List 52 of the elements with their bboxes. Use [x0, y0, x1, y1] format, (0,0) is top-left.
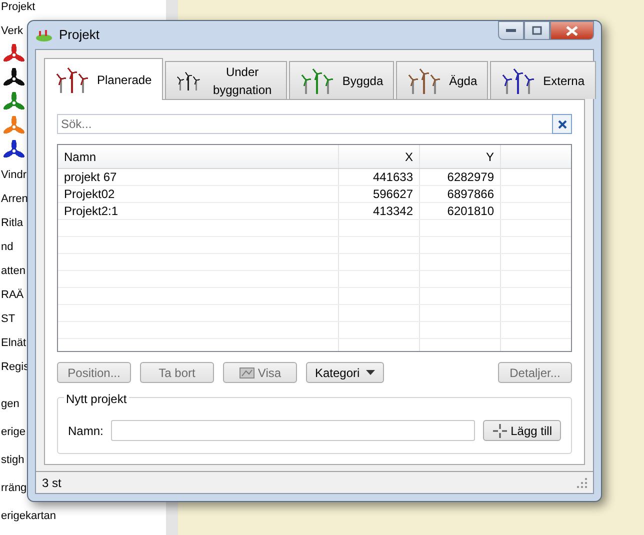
- column-header[interactable]: X: [339, 145, 420, 168]
- table-cell: Projekt02: [58, 186, 339, 202]
- clear-button[interactable]: [552, 114, 572, 134]
- sidebar-item[interactable]: gen: [1, 396, 20, 412]
- tab[interactable]: Externa: [490, 61, 596, 99]
- table-cell: 6201810: [420, 203, 501, 219]
- minimize-button[interactable]: [498, 21, 524, 40]
- search-field[interactable]: Sök...: [57, 114, 552, 134]
- sidebar-item[interactable]: Arren: [1, 190, 28, 208]
- add-button[interactable]: Lägg till: [482, 420, 561, 441]
- sidebar-item[interactable]: rräng: [1, 480, 27, 496]
- status-text: 3 st: [42, 474, 62, 492]
- close-button[interactable]: [550, 21, 594, 40]
- window-title: Projekt: [59, 26, 100, 44]
- sidebar-item[interactable]: RAÄ: [1, 286, 24, 304]
- tab[interactable]: Byggda: [289, 61, 394, 99]
- table-cell: 6282979: [420, 169, 501, 185]
- table-cell: 596627: [339, 186, 420, 202]
- tab[interactable]: Ägda: [396, 61, 488, 99]
- maximize-icon: [532, 26, 542, 35]
- minimize-icon: [506, 29, 516, 32]
- category-dropdown[interactable]: Kategori: [306, 362, 384, 383]
- table-cell: 413342: [339, 203, 420, 219]
- resize-grip-icon: [577, 478, 587, 488]
- sidebar-item[interactable]: atten: [1, 262, 26, 280]
- sidebar-item[interactable]: Vindr: [1, 166, 26, 184]
- maximize-button[interactable]: [524, 21, 550, 40]
- close-icon: [566, 26, 578, 36]
- clear-icon: [558, 120, 566, 130]
- tab[interactable]: Under byggnation: [164, 61, 288, 99]
- sidebar-item[interactable]: Ritla: [1, 214, 24, 232]
- sidebar-item[interactable]: Elnät: [1, 334, 26, 352]
- column-header[interactable]: Y: [420, 145, 501, 168]
- table-cell: projekt 67: [58, 169, 339, 185]
- sidebar-item[interactable]: Projekt: [1, 0, 36, 16]
- name-input[interactable]: [111, 420, 475, 441]
- tab[interactable]: Planerade: [44, 58, 163, 100]
- table-cell: 441633: [339, 169, 420, 185]
- caret-icon: [366, 370, 375, 375]
- table-cell: Projekt2:1: [58, 203, 339, 219]
- crosshair-icon: [492, 422, 508, 438]
- sidebar-item[interactable]: stigh: [1, 452, 24, 468]
- sidebar-item[interactable]: nd: [1, 238, 14, 256]
- sidebar-item[interactable]: ST: [1, 310, 16, 328]
- picture-icon: [238, 366, 255, 379]
- table-cell: 6897866: [420, 186, 501, 202]
- name-label: Namn:: [68, 422, 104, 440]
- sidebar-item[interactable]: erigekartan: [1, 508, 56, 524]
- column-header[interactable]: Namn: [58, 145, 339, 168]
- sidebar-item[interactable]: Verk: [1, 22, 24, 40]
- landscape-icon: [35, 28, 53, 42]
- sidebar-item[interactable]: erige: [1, 424, 26, 440]
